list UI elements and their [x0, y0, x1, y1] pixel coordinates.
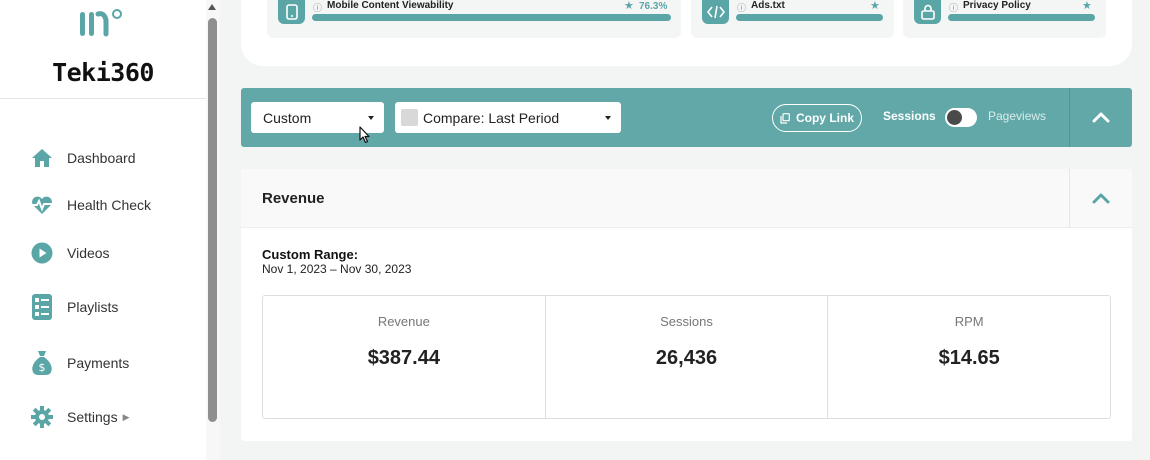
stat-revenue: Revenue $387.44 — [263, 296, 546, 418]
filter-bar: Custom Compare: Last Period Copy Link Se… — [241, 88, 1132, 147]
stat-value: $14.65 — [938, 347, 1000, 369]
sidebar-item-health-check[interactable]: Health Check — [30, 187, 151, 223]
health-tile-privacy-policy[interactable]: ⓘ Privacy Policy ★ — [903, 0, 1106, 38]
info-icon[interactable]: ⓘ — [737, 1, 746, 14]
chevron-right-icon: ▶ — [122, 411, 130, 422]
sidebar: Teki360 Dashboard Health Check Videos Pl… — [0, 0, 206, 460]
revenue-title: Revenue — [262, 190, 325, 207]
star-icon: ★ — [1082, 0, 1092, 12]
color-swatch — [401, 109, 418, 126]
play-circle-icon — [30, 241, 54, 265]
logo-icon — [80, 9, 122, 37]
code-icon — [702, 0, 729, 24]
copy-link-button[interactable]: Copy Link — [772, 104, 862, 132]
sidebar-item-label: Videos — [67, 245, 110, 261]
toggle-label-sessions: Sessions — [883, 109, 936, 123]
tile-name: Privacy Policy — [963, 0, 1031, 11]
revenue-card: Revenue Custom Range: Nov 1, 2023 – Nov … — [241, 169, 1132, 441]
stat-value: $387.44 — [367, 347, 440, 369]
sessions-pageviews-toggle[interactable] — [945, 108, 977, 127]
lock-icon — [914, 0, 941, 24]
sidebar-item-label: Playlists — [67, 299, 119, 315]
info-icon[interactable]: ⓘ — [949, 1, 958, 14]
money-bag-icon: $ — [30, 351, 54, 375]
gear-icon — [30, 405, 54, 429]
stat-value: 26,436 — [655, 347, 718, 369]
stat-label: Sessions — [660, 314, 713, 329]
tile-name: Mobile Content Viewability — [327, 0, 454, 11]
scroll-up-arrow-icon[interactable] — [208, 4, 216, 10]
chevron-down-icon — [605, 116, 611, 120]
compare-value: Compare: Last Period — [423, 109, 560, 126]
tile-name: Ads.txt — [751, 0, 785, 11]
scrollbar-thumb[interactable] — [208, 18, 217, 422]
stat-sessions: Sessions 26,436 — [546, 296, 829, 418]
sidebar-item-dashboard[interactable]: Dashboard — [30, 140, 136, 176]
tile-progress-bar — [948, 14, 1095, 21]
collapse-revenue-button[interactable] — [1070, 169, 1132, 228]
tile-progress-bar — [312, 14, 671, 21]
sidebar-divider — [0, 98, 206, 99]
date-range-value: Custom — [263, 109, 312, 126]
star-icon: ★ — [624, 0, 634, 12]
health-tile-ads-txt[interactable]: ⓘ Ads.txt ★ — [691, 0, 894, 38]
health-tile-mobile-viewability[interactable]: ⓘ Mobile Content Viewability ★ 76.3% — [267, 0, 681, 38]
chevron-up-icon — [1092, 193, 1110, 204]
sidebar-item-label: Payments — [67, 355, 130, 371]
health-check-card: ⓘ Mobile Content Viewability ★ 76.3% ⓘ A… — [241, 0, 1132, 66]
compare-select[interactable]: Compare: Last Period — [395, 102, 621, 133]
app-name: Teki360 — [52, 58, 154, 87]
sidebar-item-settings[interactable]: Settings ▶ — [30, 399, 130, 435]
sidebar-item-playlists[interactable]: Playlists — [30, 289, 118, 325]
tile-score: 76.3% — [639, 1, 668, 12]
revenue-stats: Revenue $387.44 Sessions 26,436 RPM $14.… — [262, 295, 1111, 419]
star-icon: ★ — [870, 0, 880, 12]
sidebar-item-label: Dashboard — [67, 150, 136, 166]
chevron-down-icon — [368, 116, 374, 120]
sidebar-item-payments[interactable]: $ Payments — [30, 345, 129, 381]
chevron-up-icon — [1092, 112, 1110, 123]
stat-label: RPM — [954, 314, 984, 329]
home-icon — [30, 146, 54, 170]
stat-label: Revenue — [377, 314, 430, 329]
sidebar-item-label: Health Check — [67, 197, 152, 213]
toggle-knob — [947, 110, 962, 125]
copy-link-label: Copy Link — [795, 111, 854, 125]
sidebar-item-videos[interactable]: Videos — [30, 235, 110, 271]
toggle-label-pageviews: Pageviews — [988, 109, 1047, 123]
revenue-header: Revenue — [241, 169, 1132, 228]
list-icon — [30, 294, 54, 320]
info-icon[interactable]: ⓘ — [313, 1, 322, 14]
stat-rpm: RPM $14.65 — [828, 296, 1110, 418]
svg-text:$: $ — [39, 361, 46, 374]
range-label: Custom Range: — [262, 247, 359, 262]
mouse-cursor-icon — [359, 126, 370, 144]
tile-progress-bar — [736, 14, 883, 21]
mobile-icon — [278, 0, 305, 24]
heartbeat-icon — [30, 193, 54, 217]
copy-icon — [780, 112, 790, 124]
sidebar-item-label: Settings — [67, 409, 118, 425]
range-dates: Nov 1, 2023 – Nov 30, 2023 — [262, 262, 412, 276]
collapse-filters-button[interactable] — [1070, 88, 1132, 147]
